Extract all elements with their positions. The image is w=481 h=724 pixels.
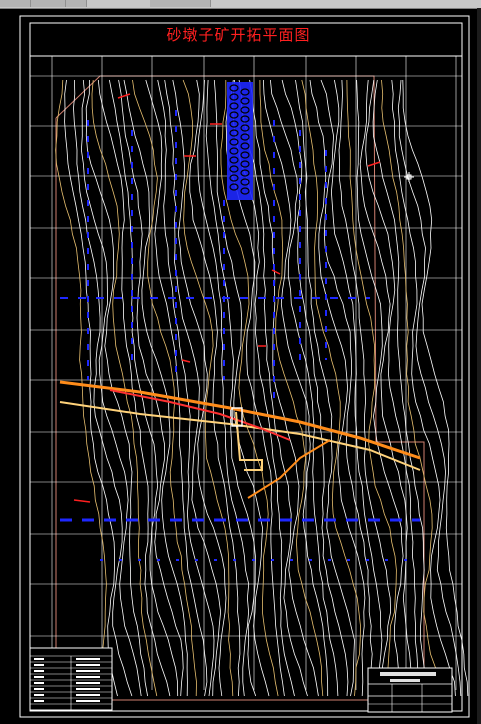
- legend-text: [76, 676, 100, 678]
- drawing-canvas[interactable]: [0, 8, 477, 724]
- legend-text: [76, 694, 100, 696]
- contour-line: [164, 79, 222, 697]
- contour-line: [145, 79, 208, 697]
- legend-text: [76, 664, 100, 666]
- annotation-mark: [73, 499, 91, 503]
- legend-text: [76, 700, 100, 702]
- toolbar-tab[interactable]: [150, 0, 211, 7]
- contour-line: [118, 79, 184, 697]
- vertical-scrollbar[interactable]: [477, 8, 481, 724]
- annotation-mark: [271, 269, 281, 275]
- legend-symbol: [34, 670, 44, 672]
- legend-symbol: [34, 664, 44, 666]
- legend-text: [76, 670, 100, 672]
- legend-text: [76, 658, 100, 660]
- annotation-mark: [181, 359, 191, 363]
- legend-text: [76, 688, 100, 690]
- toolbar-tab[interactable]: [0, 0, 31, 7]
- crosshair-cursor-icon: [404, 172, 414, 182]
- toolbar-tab[interactable]: [31, 0, 66, 7]
- title-block: [367, 667, 453, 713]
- legend-table: [29, 647, 113, 711]
- legend-text: [76, 682, 100, 684]
- contour-line: [346, 79, 397, 697]
- toolbar-tab[interactable]: [66, 0, 87, 7]
- contour-line: [157, 79, 215, 697]
- contour-line: [372, 79, 433, 697]
- legend-symbol: [34, 676, 44, 678]
- drawing-title: 砂墩子矿开拓平面图: [166, 26, 311, 44]
- cad-viewport[interactable]: 砂墩子矿开拓平面图: [0, 0, 481, 724]
- legend-symbol: [34, 682, 44, 684]
- legend-symbol: [34, 694, 44, 696]
- contour-line: [259, 79, 324, 697]
- legend-symbol: [34, 688, 44, 690]
- legend-symbol: [34, 700, 44, 702]
- legend-symbol: [34, 658, 44, 660]
- annotation-mark: [117, 93, 131, 99]
